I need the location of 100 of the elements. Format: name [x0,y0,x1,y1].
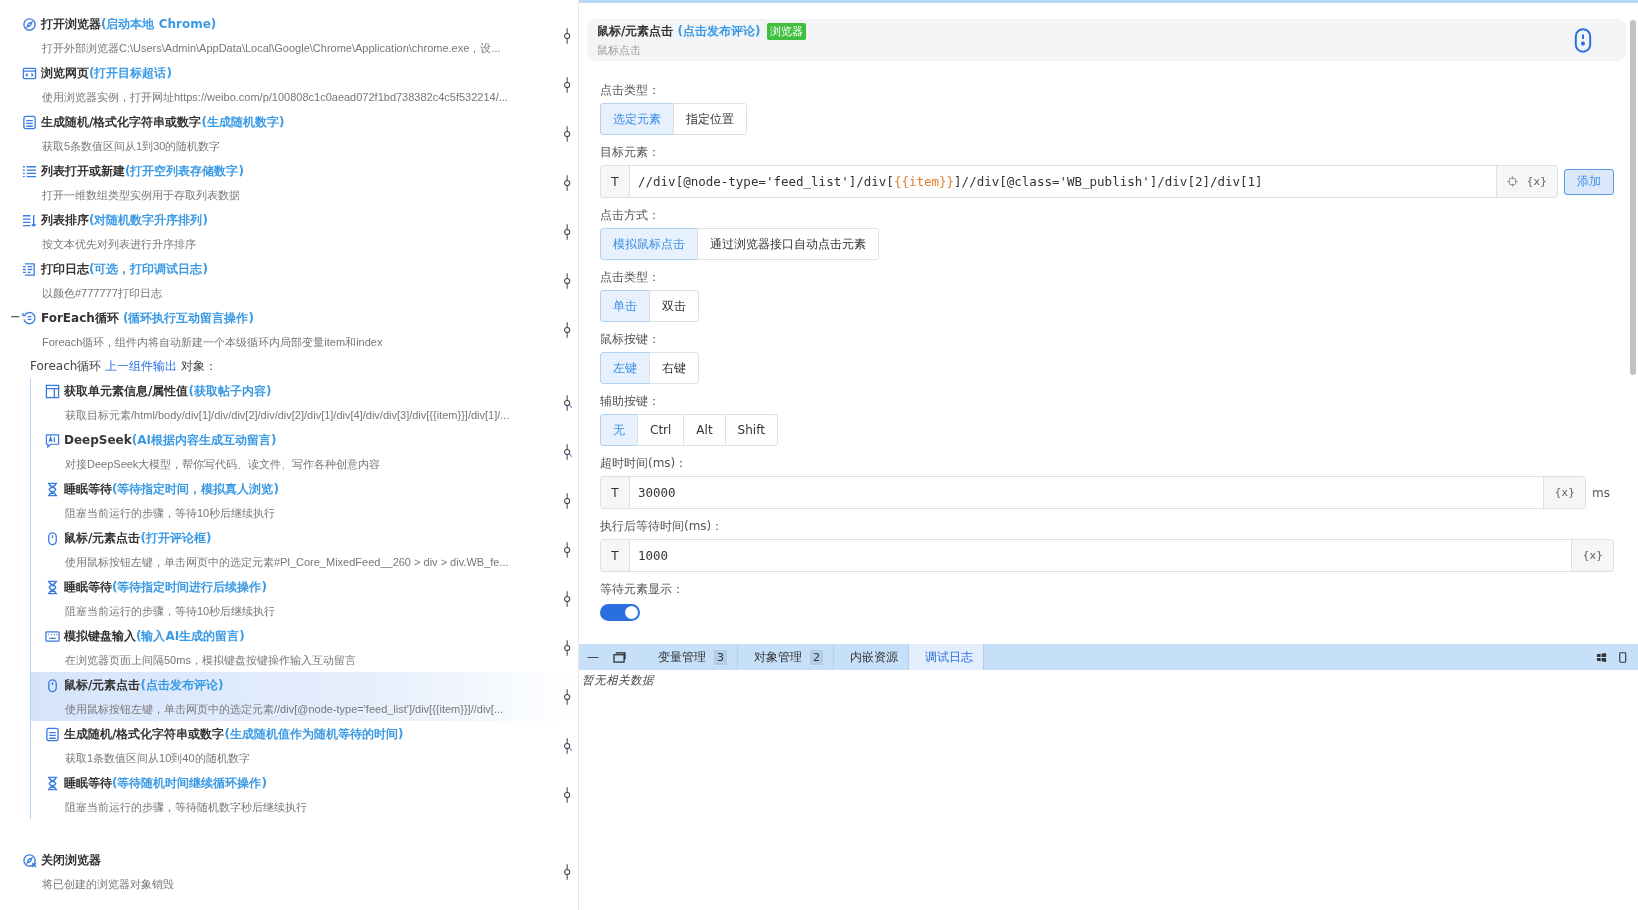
segment-option[interactable]: 双击 [649,290,699,322]
panel-tab[interactable]: 调试日志 [909,644,984,670]
step-description: 打开一维数组类型实例用于存取列表数据 [42,187,240,203]
field-label: 超时时间(ms)： [600,455,689,472]
step-row[interactable]: 关闭浏览器 将已创建的浏览器对象销毁 [0,847,578,896]
step-description: 阻塞当前运行的步骤，等待随机数字秒后继续执行 [65,799,307,815]
step-description: 使用浏览器实例，打开网址https://weibo.com/p/100808c1c0aead072f1bd738382c4c5f532214/... [42,89,508,105]
step-title: DeepSeek(AI根据内容生成互动留言) [64,432,277,449]
field-label: 点击类型： [600,82,661,99]
step-description: 在浏览器页面上间隔50ms，模拟键盘按键操作输入互动留言 [65,652,356,668]
branch-connector-icon[interactable] [562,393,574,412]
segment-option[interactable]: Alt [683,414,726,446]
node-subtitle: 鼠标点击 [597,42,642,58]
step-description: 将已创建的浏览器对象销毁 [42,876,174,892]
step-title: 列表排序(对随机数字升序排列) [41,212,208,229]
step-row[interactable]: 模拟键盘输入(输入AI生成的留言) 在浏览器页面上间隔50ms，模拟键盘按键操作输入互动留言 [31,623,578,672]
panel-tab[interactable]: 对象管理 2 [738,644,834,670]
field-label: 鼠标按键： [600,331,661,348]
field-label: 目标元素： [600,144,661,161]
field-label: 辅助按键： [600,393,661,410]
step-title: 睡眠等待(等待指定时间进行后续操作) [64,579,267,596]
input-field[interactable]: T 1000 {x} [600,539,1614,572]
step-row[interactable]: DeepSeek(AI根据内容生成互动留言) 对接DeepSeek大模型，帮你写代码、读文件、写作各种创意内容 [31,427,578,476]
empty-message: 暂无相关数据 [582,673,654,687]
step-row[interactable]: 睡眠等待(等待指定时间进行后续操作) 阻塞当前运行的步骤，等待10秒后继续执行 [31,574,578,623]
step-description: 阻塞当前运行的步骤，等待10秒后继续执行 [65,603,276,619]
step-description: 使用鼠标按钮左键，单击网页中的选定元素//div[@node-type='feed_list']/div[{{item}}]//div[... [65,701,504,717]
window-icon[interactable] [613,651,626,663]
step-description: Foreach循环，组件内将自动新建一个本级循环内局部变量item和index [42,334,383,350]
step-title: 鼠标/元素点击(打开评论框) [64,530,212,547]
step-description: 获取1条数值区间从10到40的随机数字 [65,750,250,766]
sort-icon [22,213,37,228]
branch-connector-icon[interactable] [562,736,574,755]
variable-button[interactable]: {x} [1526,175,1547,188]
step-description: 使用鼠标按钮左键，单击网页中的选定元素#Pl_Core_MixedFeed__260 > div > div.WB_fe... [65,554,509,570]
category-tag: 浏览器 [766,22,806,40]
step-row[interactable]: 列表排序(对随机数字升序排列) 按文本优先对列表进行升序排序 [0,207,578,256]
step-description: 打开外部浏览器C:\Users\Admin\AppData\Local\Google\Chrome\Application\chrome.exe，设... [42,40,501,56]
minimize-button[interactable]: — [579,650,605,664]
step-title: 关闭浏览器 [41,852,101,869]
segment-option[interactable]: 右键 [649,352,699,384]
text-type-prefix: T [601,477,630,508]
step-description: 获取目标元素/html/body/div[1]/div/div[2]/div/div[2]/div[1]/div[4]/div/div[3]/div[{{item}}]/div[1]/... [65,407,510,423]
step-title: 鼠标/元素点击(点击发布评论) [64,677,224,694]
mouse-icon [1574,26,1592,54]
step-title: 睡眠等待(等待随机时间继续循环操作) [64,775,267,792]
input-field[interactable]: T 30000 {x} [600,476,1586,509]
browser-icon [22,17,37,32]
step-row[interactable]: 获取单元素信息/属性值(获取帖子内容) 获取目标元素/html/body/div[1]/div/div[2]/div/div[2]/div[1]/div[4]/div/div[3]/div[{{item}}]/div[1]/... [31,378,578,427]
loop-header: Foreach循环 上一组件输出 对象： [29,358,219,375]
mouse-icon [45,531,60,546]
close-browser-icon [22,853,37,868]
step-title: 浏览网页(打开目标超话) [41,65,172,82]
windows-icon[interactable] [1596,651,1607,663]
step-title: 生成随机/格式化字符串或数字(生成随机数字) [41,114,285,131]
log-icon [22,262,37,277]
field-label: 执行后等待时间(ms)： [600,518,725,535]
list-icon [22,164,37,179]
segment-option[interactable]: Shift [724,414,778,446]
keyboard-icon [45,629,60,644]
step-row[interactable]: 打开浏览器(启动本地 Chrome) 打开外部浏览器C:\Users\Admin\AppData\Local\Google\Chrome\Application\chrome.exe，设... [0,11,578,60]
loop-icon [22,311,37,326]
step-description: 阻塞当前运行的步骤，等待10秒后继续执行 [65,505,276,521]
step-row[interactable]: 浏览网页(打开目标超话) 使用浏览器实例，打开网址https://weibo.com/p/100808c1c0aead072f1bd738382c4c5f532214/... [0,60,578,109]
step-row[interactable]: 生成随机/格式化字符串或数字(生成随机数字) 获取5条数值区间从1到30的随机数字 [0,109,578,158]
step-row[interactable]: 生成随机/格式化字符串或数字(生成随机值作为随机等待的时间) 获取1条数值区间从10到40的随机数字 [31,721,578,770]
field-label: 等待元素显示： [600,581,685,598]
toggle-switch[interactable] [600,604,640,621]
step-row[interactable]: 睡眠等待(等待指定时间，模拟真人浏览) 阻塞当前运行的步骤，等待10秒后继续执行 [31,476,578,525]
element-icon [45,384,60,399]
segment-option[interactable]: 通过浏览器接口自动点击元素 [697,228,879,260]
step-description: 对接DeepSeek大模型，帮你写代码、读文件、写作各种创意内容 [65,456,381,472]
step-row[interactable]: 列表打开或新建(打开空列表存储数字) 打开一维数组类型实例用于存取列表数据 [0,158,578,207]
crosshair-icon[interactable] [1507,176,1519,187]
step-title: 打印日志(可选，打印调试日志) [41,261,208,278]
step-row[interactable]: 鼠标/元素点击(打开评论框) 使用鼠标按钮左键，单击网页中的选定元素#Pl_Core_MixedFeed__260 > div > div.WB_fe... [31,525,578,574]
step-title: 模拟键盘输入(输入AI生成的留言) [64,628,245,645]
node-title: 鼠标/元素点击 (点击发布评论) [597,22,761,40]
collapse-toggle[interactable]: − [10,309,21,324]
xpath-value: //div[@node-type='feed_list']/div[{{item}}]//div[@class='WB_publish']/div[2]/div[1] [637,174,1264,189]
field-label: 点击方式： [600,207,661,224]
step-title: 列表打开或新建(打开空列表存储数字) [41,163,244,180]
step-row[interactable]: − ForEach循环 (循环执行互动留言操作) Foreach循环，组件内将自动新建一个本级循环内局部变量item和index [0,305,578,354]
panel-tab[interactable]: 变量管理 3 [642,644,738,670]
text-type-prefix: T [601,540,630,571]
hourglass-icon [45,776,60,791]
hourglass-icon [45,580,60,595]
branch-connector-icon[interactable] [562,442,574,461]
step-description: 获取5条数值区间从1到30的随机数字 [42,138,221,154]
segment-option[interactable]: Ctrl [637,414,685,446]
step-row[interactable]: 打印日志(可选，打印调试日志) 以颜色#777777打印日志 [0,256,578,305]
step-description: 以颜色#777777打印日志 [42,285,162,301]
phone-icon[interactable] [1617,651,1628,663]
text-type-prefix: T [601,166,630,197]
random-icon [22,115,37,130]
output-link[interactable]: 上一组件输出 [105,359,178,373]
segment-option[interactable]: 指定位置 [673,103,747,135]
input-field[interactable]: T //div[@node-type='feed_list']/div[{{item}}]//div[@class='WB_publish']/div[2]/div[1] {x} [600,165,1558,198]
input-value: 30000 [637,485,677,500]
step-row[interactable]: 睡眠等待(等待随机时间继续循环操作) 阻塞当前运行的步骤，等待随机数字秒后继续执行 [31,770,578,819]
